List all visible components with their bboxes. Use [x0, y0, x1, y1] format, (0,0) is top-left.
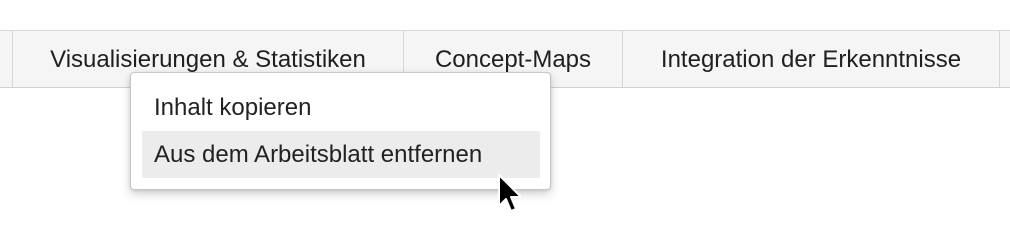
tab-partial[interactable] — [0, 31, 12, 88]
menu-item-remove-from-worksheet[interactable]: Aus dem Arbeitsblatt entfernen — [142, 131, 540, 178]
context-menu: Inhalt kopieren Aus dem Arbeitsblatt ent… — [130, 72, 551, 190]
tab-integration-der-erkenntnisse[interactable]: Integration der Erkenntnisse — [622, 31, 1000, 88]
screen: Visualisierungen & Statistiken Concept-M… — [0, 0, 1010, 232]
menu-item-copy-content[interactable]: Inhalt kopieren — [142, 84, 540, 131]
